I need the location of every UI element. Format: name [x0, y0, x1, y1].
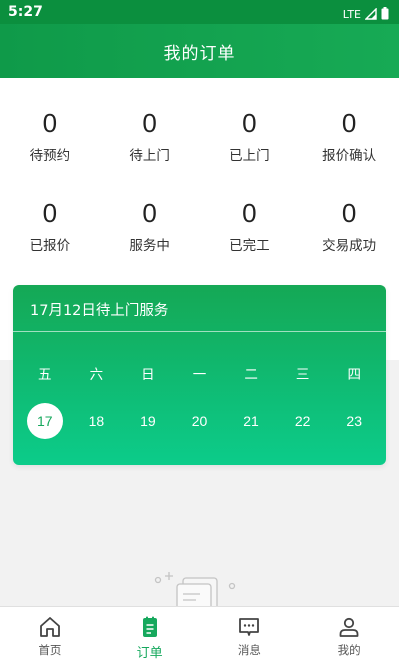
- network-type: LTE: [342, 8, 361, 21]
- date-day[interactable]: 18: [89, 413, 105, 429]
- weekday-label: 一: [192, 367, 207, 383]
- nav-label: 消息: [237, 643, 261, 657]
- stat-label: 已上门: [229, 148, 270, 164]
- order-icon: [137, 614, 163, 640]
- stat-count: 0: [242, 198, 257, 228]
- empty-orders-illustration: [150, 568, 240, 615]
- bottom-navigation: 首页 订单 消息 我的: [0, 606, 399, 660]
- stat-quote-confirm[interactable]: 0 报价确认: [299, 108, 399, 164]
- weekday-label: 四: [347, 367, 361, 383]
- stat-label: 报价确认: [322, 148, 377, 164]
- stat-count: 0: [42, 108, 58, 138]
- date-day-selected[interactable]: 17: [26, 403, 63, 439]
- date-cell[interactable]: 23: [328, 403, 380, 439]
- stat-label: 已完工: [229, 238, 270, 254]
- nav-item-home[interactable]: 首页: [0, 607, 100, 660]
- date-day[interactable]: 22: [295, 413, 311, 429]
- date-cell[interactable]: 19: [122, 403, 174, 439]
- stat-completed[interactable]: 0 已完工: [200, 198, 300, 254]
- stat-count: 0: [242, 108, 257, 138]
- order-stats-grid: 0 待预约 0 待上门 0 已上门 0 报价确认 0 已报价 0 服务中 0 已…: [0, 108, 399, 254]
- stat-count: 0: [142, 198, 157, 228]
- stat-count: 0: [142, 108, 157, 138]
- profile-icon: [336, 614, 362, 640]
- app-bar: 我的订单: [0, 24, 399, 78]
- weekday-label: 六: [89, 367, 104, 383]
- calendar-divider: [13, 331, 386, 332]
- stat-label: 已报价: [29, 238, 71, 254]
- date-day[interactable]: 19: [140, 413, 156, 429]
- stat-count: 0: [341, 108, 357, 138]
- stat-pending-appointment[interactable]: 0 待预约: [0, 108, 100, 164]
- stat-deal-success[interactable]: 0 交易成功: [299, 198, 399, 254]
- weekday-label: 三: [295, 367, 310, 383]
- stat-visited[interactable]: 0 已上门: [200, 108, 300, 164]
- date-cell[interactable]: 18: [71, 403, 123, 439]
- stat-count: 0: [42, 198, 58, 228]
- weekday-label: 二: [244, 367, 258, 383]
- stat-count: 0: [341, 198, 357, 228]
- service-calendar-card: 17月12日待上门服务 五 六 日 一 二 三 四 17 18 19 20 21…: [13, 285, 386, 465]
- weekday-label: 日: [141, 367, 155, 383]
- nav-label: 订单: [136, 646, 163, 660]
- status-indicators: LTE: [343, 5, 389, 24]
- nav-item-messages[interactable]: 消息: [200, 607, 300, 660]
- page-title: 我的订单: [163, 43, 236, 64]
- date-day[interactable]: 21: [243, 413, 259, 429]
- stat-pending-visit[interactable]: 0 待上门: [100, 108, 200, 164]
- nav-item-profile[interactable]: 我的: [299, 607, 399, 660]
- stat-label: 待上门: [129, 148, 170, 164]
- stat-in-service[interactable]: 0 服务中: [100, 198, 200, 254]
- status-time: 5:27: [8, 4, 43, 20]
- weekday-row: 五 六 日 一 二 三 四: [19, 355, 380, 391]
- battery-icon: [381, 5, 389, 24]
- status-bar: 5:27 LTE: [0, 0, 399, 24]
- date-cell[interactable]: 17: [19, 403, 71, 439]
- stat-label: 交易成功: [322, 238, 377, 254]
- message-icon: [236, 614, 262, 640]
- date-day[interactable]: 20: [192, 413, 208, 429]
- stat-quoted[interactable]: 0 已报价: [0, 198, 100, 254]
- date-row: 17 18 19 20 21 22 23: [19, 403, 380, 439]
- home-icon: [37, 614, 63, 640]
- nav-item-orders[interactable]: 订单: [100, 607, 200, 660]
- calendar-title: 17月12日待上门服务: [30, 303, 169, 319]
- signal-icon: [364, 5, 377, 24]
- stat-label: 待预约: [29, 148, 71, 164]
- date-cell[interactable]: 22: [277, 403, 329, 439]
- weekday-label: 五: [38, 367, 52, 383]
- date-day[interactable]: 23: [346, 413, 362, 429]
- date-cell[interactable]: 21: [225, 403, 277, 439]
- nav-label: 我的: [337, 643, 361, 657]
- date-cell[interactable]: 20: [174, 403, 226, 439]
- stat-label: 服务中: [129, 238, 170, 254]
- nav-label: 首页: [38, 643, 62, 657]
